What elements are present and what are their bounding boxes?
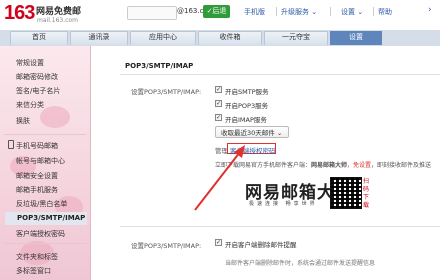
header-divider [373, 7, 374, 16]
download-note-free: ，免设置 [347, 162, 372, 169]
pop3-row-label: 设置POP3/SMTP/IMAP: [131, 88, 202, 96]
sidebar-item-auth-password[interactable]: 客户端授权密码 [16, 229, 65, 239]
scan-download-label: 扫码下载 [363, 178, 370, 209]
logo-title: 网易免费邮 [36, 7, 82, 17]
mobile-link[interactable]: 手机版 [244, 7, 265, 17]
sidebar-item-folders[interactable]: 文件夹和标签 [16, 252, 58, 262]
download-note-suffix: ，即刻接收邮件及推送 [371, 162, 432, 169]
sidebar-item-pop3[interactable]: POP3/SMTP/IMAP [5, 212, 87, 225]
sidebar-item-password[interactable]: 邮箱密码修改 [16, 72, 58, 82]
sidebar-item-general[interactable]: 常规设置 [16, 58, 44, 68]
delete-row-label: 设置POP3/SMTP/IMAP: [131, 242, 202, 250]
delete-reminder-label: 开启客户端删除邮件提醒 [225, 241, 297, 249]
header-divider [276, 7, 277, 16]
account-email-box[interactable] [127, 6, 177, 20]
annotation-arrow-icon [194, 145, 245, 211]
promo-subtitle: 极速连接 畅享世界 [249, 201, 318, 207]
tab-settings[interactable]: 设置 [330, 31, 382, 45]
logo-domain: mail.163.com [37, 17, 78, 24]
sidebar-item-account-center[interactable]: 帐号与邮箱中心 [16, 156, 65, 166]
imap-checkbox[interactable]: ✓ [215, 114, 222, 121]
tab-one-yuan[interactable]: 一元夺宝 [264, 31, 328, 45]
upgrade-link[interactable]: 升级服务 ⌄ [281, 7, 317, 17]
receive-range-select[interactable]: 收取最近30天邮件 ⌄ [215, 126, 289, 138]
chevron-right-icon[interactable]: › [428, 5, 432, 15]
imap-checkbox-label: 开启IMAP服务 [225, 116, 267, 124]
sidebar-item-antispam[interactable]: 反垃圾/黑白名单 [16, 199, 67, 209]
smtp-checkbox[interactable]: ✓ [215, 86, 222, 93]
download-note-app[interactable]: 网易邮箱大师 [311, 162, 347, 169]
sidebar-item-mobile-service[interactable]: 邮箱手机服务 [16, 185, 58, 195]
section-divider [120, 74, 440, 75]
tab-home[interactable]: 首页 [10, 31, 68, 45]
phone-icon [8, 140, 14, 149]
pop3-checkbox[interactable]: ✓ [215, 100, 222, 107]
sidebar-item-phone-mail[interactable]: 手机号码邮箱 [16, 141, 58, 151]
sidebar-item-signature[interactable]: 签名/电子名片 [16, 86, 60, 96]
help-link[interactable]: 帮助 [378, 7, 392, 17]
delete-reminder-note: 当邮件客户端删除邮件时，系统会通过邮件发送提醒信息 [225, 260, 376, 267]
smtp-checkbox-label: 开启SMTP服务 [225, 88, 269, 96]
header-divider [330, 7, 331, 16]
section-title: POP3/SMTP/IMAP [125, 62, 194, 70]
sidebar-item-security[interactable]: 邮箱安全设置 [16, 171, 58, 181]
sidebar-item-filter[interactable]: 来信分类 [16, 100, 44, 110]
qr-code-icon [330, 177, 362, 209]
tab-app-center[interactable]: 应用中心 [130, 31, 196, 45]
tab-inbox[interactable]: 收件箱 [198, 31, 262, 45]
tab-contacts[interactable]: 通讯录 [70, 31, 128, 45]
pop3-checkbox-label: 开启POP3服务 [225, 102, 269, 110]
blossom-decoration [40, 106, 70, 128]
section-divider [120, 226, 440, 227]
delete-reminder-checkbox[interactable]: ✓ [215, 239, 222, 246]
logo-number[interactable]: 163 [4, 2, 35, 24]
settings-link[interactable]: 设置 ⌄ [341, 7, 363, 17]
sidebar-divider [4, 243, 86, 244]
sidebar-item-skin[interactable]: 换肤 [16, 116, 30, 126]
quick-action-button[interactable]: ✓后退 [203, 5, 230, 18]
sidebar-divider [4, 134, 86, 135]
sidebar-item-multi-tab[interactable]: 多标签窗口 [16, 266, 51, 276]
